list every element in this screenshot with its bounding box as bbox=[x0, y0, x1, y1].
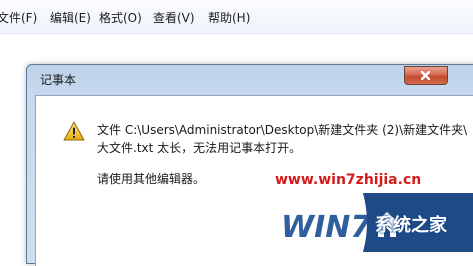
menu-file[interactable]: 文件(F) bbox=[0, 9, 37, 26]
watermark-wordmark: 系统之家 bbox=[375, 215, 447, 236]
menu-format[interactable]: 格式(O) bbox=[99, 9, 142, 26]
close-button[interactable] bbox=[404, 66, 448, 85]
message-text-line-1: 文件 C:\Users\Administrator\Desktop\新建文件夹 … bbox=[97, 123, 468, 137]
watermark-logo-text: WIN7 bbox=[281, 210, 371, 245]
warning-icon bbox=[63, 121, 85, 141]
menu-bar: 文件(F) 编辑(E) 格式(O) 查看(V) 帮助(H) bbox=[0, 0, 473, 34]
dialog-title: 记事本 bbox=[40, 73, 77, 87]
message-text-line-3: 请使用其他编辑器。 bbox=[97, 172, 206, 186]
menu-view[interactable]: 查看(V) bbox=[153, 9, 195, 26]
menu-edit[interactable]: 编辑(E) bbox=[50, 9, 91, 26]
menu-help[interactable]: 帮助(H) bbox=[208, 9, 250, 26]
watermark-url: www.win7zhijia.cn bbox=[275, 172, 422, 188]
message-text-line-2: 大文件.txt 太长，无法用记事本打开。 bbox=[97, 141, 302, 155]
